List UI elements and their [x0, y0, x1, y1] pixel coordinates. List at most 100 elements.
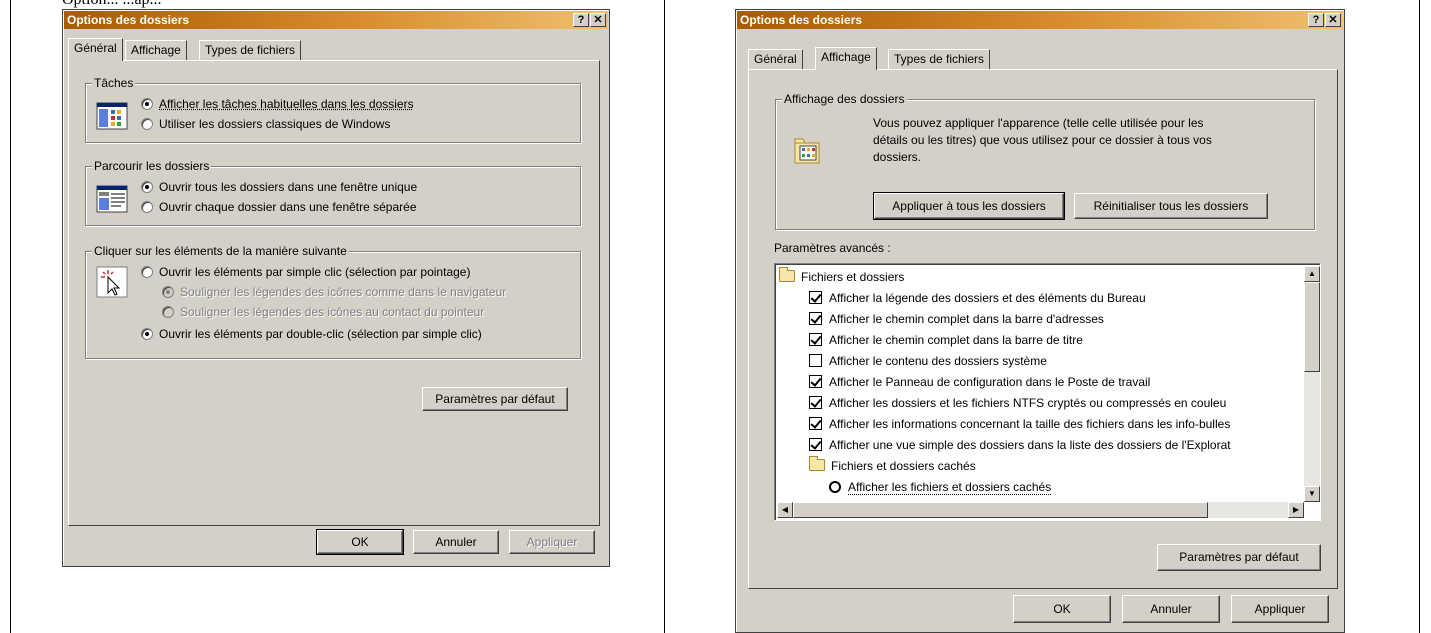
radio-label: Souligner les légendes des icônes comme …	[180, 285, 507, 299]
reset-all-folders-button[interactable]: Réinitialiser tous les dossiers	[1074, 193, 1268, 219]
default-settings-button[interactable]: Paramètres par défaut	[1157, 544, 1321, 571]
folder-view-icon	[794, 138, 820, 164]
tree-option-row[interactable]: Afficher les fichiers et dossiers cachés	[829, 477, 1052, 498]
folder-options-dialog-affichage: Options des dossiers ? ✕ Général Afficha…	[735, 9, 1345, 633]
apply-all-folders-button[interactable]: Appliquer à tous les dossiers	[873, 192, 1065, 220]
checkbox[interactable]	[809, 291, 822, 304]
tree-option-row[interactable]: Afficher les dossiers et les fichiers NT…	[809, 393, 1226, 414]
group-label-taches: Tâches	[92, 76, 136, 90]
dialog-title: Options des dossiers	[67, 13, 190, 27]
scroll-down-button[interactable]: ▼	[1304, 486, 1320, 502]
tab-types-fichiers[interactable]: Types de fichiers	[199, 40, 302, 60]
folder-icon	[779, 267, 795, 282]
radio-indicator[interactable]	[829, 481, 841, 493]
top-caption: Option... ...ap...	[62, 0, 162, 9]
tab-general[interactable]: Général	[748, 49, 803, 69]
radio-double-clic[interactable]: Ouvrir les éléments par double-clic (sél…	[141, 326, 482, 342]
tree-folder-node[interactable]: Fichiers et dossiers cachés	[809, 456, 976, 477]
radio-label: Souligner les légendes des icônes au con…	[180, 305, 485, 319]
vertical-scrollbar[interactable]: ▲ ▼	[1304, 266, 1320, 502]
title-bar[interactable]: Options des dossiers ? ✕	[64, 11, 608, 29]
description-line: détails ou les titres) que vous utilisez…	[873, 133, 1212, 147]
checkbox[interactable]	[809, 333, 822, 346]
tab-affichage[interactable]: Affichage	[125, 40, 187, 60]
tab-types-fichiers[interactable]: Types de fichiers	[888, 49, 991, 69]
radio-indicator	[141, 328, 153, 340]
tree-item-label: Fichiers et dossiers cachés	[831, 459, 976, 473]
checkbox[interactable]	[809, 438, 822, 451]
tree-option-row[interactable]: Afficher le chemin complet dans la barre…	[809, 330, 1083, 351]
browse-window-icon	[96, 185, 128, 213]
radio-dossiers-classiques[interactable]: Utiliser les dossiers classiques de Wind…	[141, 116, 390, 132]
pointer-click-icon	[96, 266, 128, 298]
scroll-right-button[interactable]: ▶	[1288, 502, 1304, 518]
radio-label: Ouvrir les éléments par double-clic (sél…	[159, 327, 482, 341]
task-view-icon	[96, 102, 128, 130]
apply-button[interactable]: Appliquer	[1231, 595, 1329, 623]
title-bar[interactable]: Options des dossiers ? ✕	[737, 11, 1343, 29]
radio-label: Utiliser les dossiers classiques de Wind…	[159, 117, 391, 131]
tree-item-label: Afficher le Panneau de configuration dan…	[829, 375, 1151, 389]
tree-item-label: Afficher une vue simple des dossiers dan…	[829, 438, 1231, 452]
tree-option-row[interactable]: Afficher les informations concernant la …	[809, 414, 1230, 435]
radio-label: Ouvrir chaque dossier dans une fenêtre s…	[159, 200, 417, 214]
radio-indicator	[141, 201, 153, 213]
tree-option-row[interactable]: Afficher le contenu des dossiers système	[809, 351, 1047, 372]
ok-button[interactable]: OK	[1013, 595, 1111, 623]
radio-simple-clic[interactable]: Ouvrir les éléments par simple clic (sél…	[141, 264, 470, 280]
radio-souligner-pointeur[interactable]: Souligner les légendes des icônes au con…	[162, 304, 484, 320]
tab-strip: Général Affichage Types de fichiers	[748, 47, 1338, 70]
ok-button[interactable]: OK	[316, 529, 404, 555]
description-line: dossiers.	[873, 150, 922, 164]
advanced-settings-tree[interactable]: Fichiers et dossiers Afficher la légende …	[774, 263, 1321, 521]
folder-options-dialog-general: Options des dossiers ? ✕ Général Afficha…	[62, 9, 610, 567]
tree-folder-node[interactable]: Fichiers et dossiers	[779, 267, 904, 288]
radio-afficher-taches[interactable]: Afficher les tâches habituelles dans les…	[141, 96, 414, 112]
cancel-button[interactable]: Annuler	[413, 530, 499, 554]
tree-option-row[interactable]: Afficher le Panneau de configuration dan…	[809, 372, 1150, 393]
radio-label: Afficher les tâches habituelles dans les…	[159, 97, 414, 111]
checkbox[interactable]	[809, 375, 822, 388]
checkbox[interactable]	[809, 354, 822, 367]
radio-indicator	[141, 118, 153, 130]
tab-panel-general: Tâches Afficher les tâches habituelles d…	[68, 60, 600, 526]
folder-icon	[809, 456, 825, 471]
tree-item-label: Afficher le contenu des dossiers système	[829, 354, 1047, 368]
description-line: Vous pouvez appliquer l'apparence (telle…	[873, 116, 1204, 130]
default-settings-button[interactable]: Paramètres par défaut	[422, 387, 568, 411]
tab-general[interactable]: Général	[68, 38, 123, 61]
radio-fenetre-separee[interactable]: Ouvrir chaque dossier dans une fenêtre s…	[141, 199, 417, 215]
scroll-up-button[interactable]: ▲	[1304, 266, 1320, 282]
tree-item-label: Afficher le chemin complet dans la barre…	[829, 312, 1104, 326]
tree-option-row[interactable]: Afficher le chemin complet dans la barre…	[809, 309, 1104, 330]
checkbox[interactable]	[809, 396, 822, 409]
scroll-left-button[interactable]: ◀	[777, 502, 793, 518]
table-border-middle	[664, 0, 665, 633]
group-affichage-dossiers: Affichage des dossiers Vous pouvez appli…	[775, 92, 1315, 230]
radio-indicator	[141, 98, 153, 110]
tab-affichage[interactable]: Affichage	[815, 47, 877, 70]
scroll-thumb[interactable]	[1304, 282, 1320, 372]
cancel-button[interactable]: Annuler	[1122, 595, 1220, 623]
help-button[interactable]: ?	[1308, 13, 1324, 27]
checkbox[interactable]	[809, 417, 822, 430]
close-button[interactable]: ✕	[590, 13, 606, 27]
horizontal-scrollbar[interactable]: ◀ ▶	[777, 502, 1304, 518]
tree-option-row[interactable]: Afficher une vue simple des dossiers dan…	[809, 435, 1231, 456]
tree-item-label: Afficher les informations concernant la …	[829, 417, 1231, 431]
apply-button[interactable]: Appliquer	[509, 530, 595, 554]
radio-indicator	[141, 181, 153, 193]
group-parcourir: Parcourir les dossiers Ouvrir tous les d…	[85, 159, 581, 226]
radio-fenetre-unique[interactable]: Ouvrir tous les dossiers dans une fenêtr…	[141, 179, 417, 195]
group-cliquer: Cliquer sur les éléments de la manière s…	[85, 244, 581, 359]
table-border-right	[1419, 0, 1420, 633]
view-description: Vous pouvez appliquer l'apparence (telle…	[873, 115, 1212, 166]
checkbox[interactable]	[809, 312, 822, 325]
help-button[interactable]: ?	[573, 13, 589, 27]
tree-option-row[interactable]: Afficher la légende des dossiers et des …	[809, 288, 1146, 309]
radio-souligner-navigateur[interactable]: Souligner les légendes des icônes comme …	[162, 284, 506, 300]
tree-item-label: Afficher le chemin complet dans la barre…	[829, 333, 1083, 347]
scroll-thumb-horizontal[interactable]	[793, 502, 1208, 518]
radio-indicator	[162, 306, 174, 318]
close-button[interactable]: ✕	[1325, 13, 1341, 27]
